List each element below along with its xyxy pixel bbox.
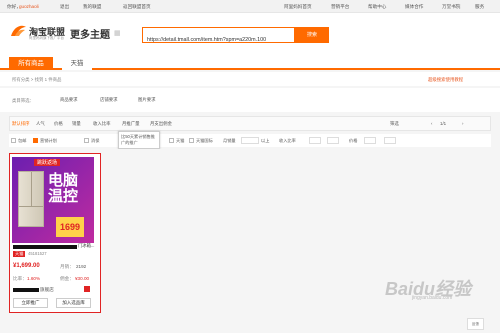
username-link[interactable]: guozhaoli [19,4,39,9]
logout-link[interactable]: 退出 [60,4,69,10]
label-tmall: 天猫 [176,138,185,143]
search-tutorial-link[interactable]: 超级搜索使用教程 [428,77,463,83]
rate-min-input[interactable] [309,137,321,144]
product-price: ¥1,699.00 [13,263,40,269]
checkbox-tmall-global[interactable] [189,138,194,143]
promo-badge: 跳跃返场 [34,159,61,166]
next-page-icon[interactable]: › [462,121,463,126]
top-nav: 你好， guozhaoli 退出 我的联盟 返回联盟首页 阿里妈妈首页 营销平台… [0,0,500,13]
page-indicator: 1/1 [440,121,447,126]
label-monthly-sales: 月销量 [223,138,236,143]
tooltip: 比50天累计销售推广的推广 [118,131,160,149]
wantang-link[interactable]: 万堂书院 [442,4,460,10]
marketing-platform-link[interactable]: 营销平台 [331,4,349,10]
redacted-seller [13,288,39,292]
breadcrumb-path: 所有分类 > 找到 1 件商品 [12,77,62,82]
commission-label: 佣金： [60,276,74,281]
promo-price: 1699 [56,217,84,237]
price-min-input[interactable] [364,137,376,144]
services-link[interactable]: 服务 [475,4,484,10]
monthly-sales: 2192 [76,264,87,269]
tab-all-products[interactable]: 所有商品 [9,57,53,70]
search-button[interactable]: 搜索 [295,27,329,43]
help-center-link[interactable]: 帮助中心 [368,4,386,10]
sort-price[interactable]: 价格 [54,121,63,127]
sort-popularity[interactable]: 人气 [36,121,45,127]
label-price: 价格 [349,138,358,143]
checkbox-free-shipping[interactable] [11,138,16,143]
tmall-tag: 天猫 [13,251,26,257]
checkbox-tmall[interactable] [169,138,174,143]
promote-button[interactable]: 立即推广 [13,298,48,308]
alimama-home-link[interactable]: 阿里妈妈首页 [284,4,312,10]
label-free-shipping: 包邮 [18,138,27,143]
header: 淘宝联盟 阿里妈妈旗下推广平台 更多主题 ▦ 搜索 [0,13,500,50]
wangwang-icon[interactable] [84,286,90,292]
watermark-url: jingyan.baidu.com [412,295,453,301]
seller-name[interactable]: 旗舰店 [40,287,54,293]
prev-page-icon[interactable]: ‹ [431,121,432,126]
shop-requirement-dropdown[interactable]: 店铺要求 [100,97,118,103]
label-income-rate: 收入比率 [279,138,296,143]
image-requirement-dropdown[interactable]: 图片要求 [138,97,156,103]
product-name-tail[interactable]: 门冰箱... [78,243,94,249]
filter-row: 类目筛选： 商品要求 店铺要求 图片要求 [0,88,500,112]
sort-monthly-promo[interactable]: 月推广量 [122,121,140,127]
category-filter-label: 类目筛选： [12,98,34,103]
commission-rate-label: 比率： [13,276,27,281]
product-requirement-dropdown[interactable]: 商品要求 [60,97,78,103]
label-marketing-plan: 营销计划 [40,138,57,143]
feedback-button[interactable]: 反馈 [467,318,484,330]
monthly-sales-label: 月销： [60,264,74,269]
sales-min-input[interactable] [241,137,259,144]
checkbox-marketing-plan[interactable] [33,138,38,143]
add-to-library-button[interactable]: 加入选品库 [56,298,91,308]
rate-max-input[interactable] [327,137,339,144]
fridge-image [18,171,44,227]
promo-title: 电脑温控 [48,172,79,205]
commission-amount: ¥30.00 [75,276,90,281]
label-consumer-protection: 消保 [91,138,100,143]
checkbox-consumer-protection[interactable] [84,138,89,143]
redacted-product-name [13,245,77,249]
label-above: 以上 [261,138,270,143]
search-box [142,27,295,47]
filter-checks: 包邮 营销计划 消保 天猫 天猫国际 月销量 以上 收入比率 价格 [9,134,491,147]
label-tmall-global: 天猫国际 [196,138,213,143]
back-home-link[interactable]: 返回联盟首页 [123,4,151,10]
sort-default[interactable]: 默认排序 [12,121,30,127]
search-input[interactable] [143,33,294,47]
sort-income-rate[interactable]: 收入比率 [93,121,111,127]
price-max-input[interactable] [384,137,396,144]
sort-bar: 默认排序 人气 价格 销量 收入比率 月推广量 月支出佣金 筛选 1/1 ‹ › [9,116,491,131]
commission-rate: 1.60% [27,276,41,281]
product-image[interactable]: 跳跃返场 电脑温控 1699 [12,157,94,243]
breadcrumb: 所有分类 > 找到 1 件商品 超级搜索使用教程 [0,72,500,86]
logo-subtitle: 阿里妈妈旗下推广平台 [29,36,64,40]
my-alliance-link[interactable]: 我的联盟 [83,4,101,10]
page-title: 更多主题 [70,30,110,41]
tab-tmall[interactable]: 天猫 [62,57,92,70]
filter-link[interactable]: 筛选 [390,121,399,127]
sort-monthly-commission[interactable]: 月支出佣金 [150,121,172,127]
logo-icon [11,25,26,36]
sort-sales[interactable]: 销量 [72,121,81,127]
media-coop-link[interactable]: 媒体合作 [405,4,423,10]
grid-icon[interactable]: ▦ [114,30,122,38]
shop-id: 45181527 [28,251,47,256]
